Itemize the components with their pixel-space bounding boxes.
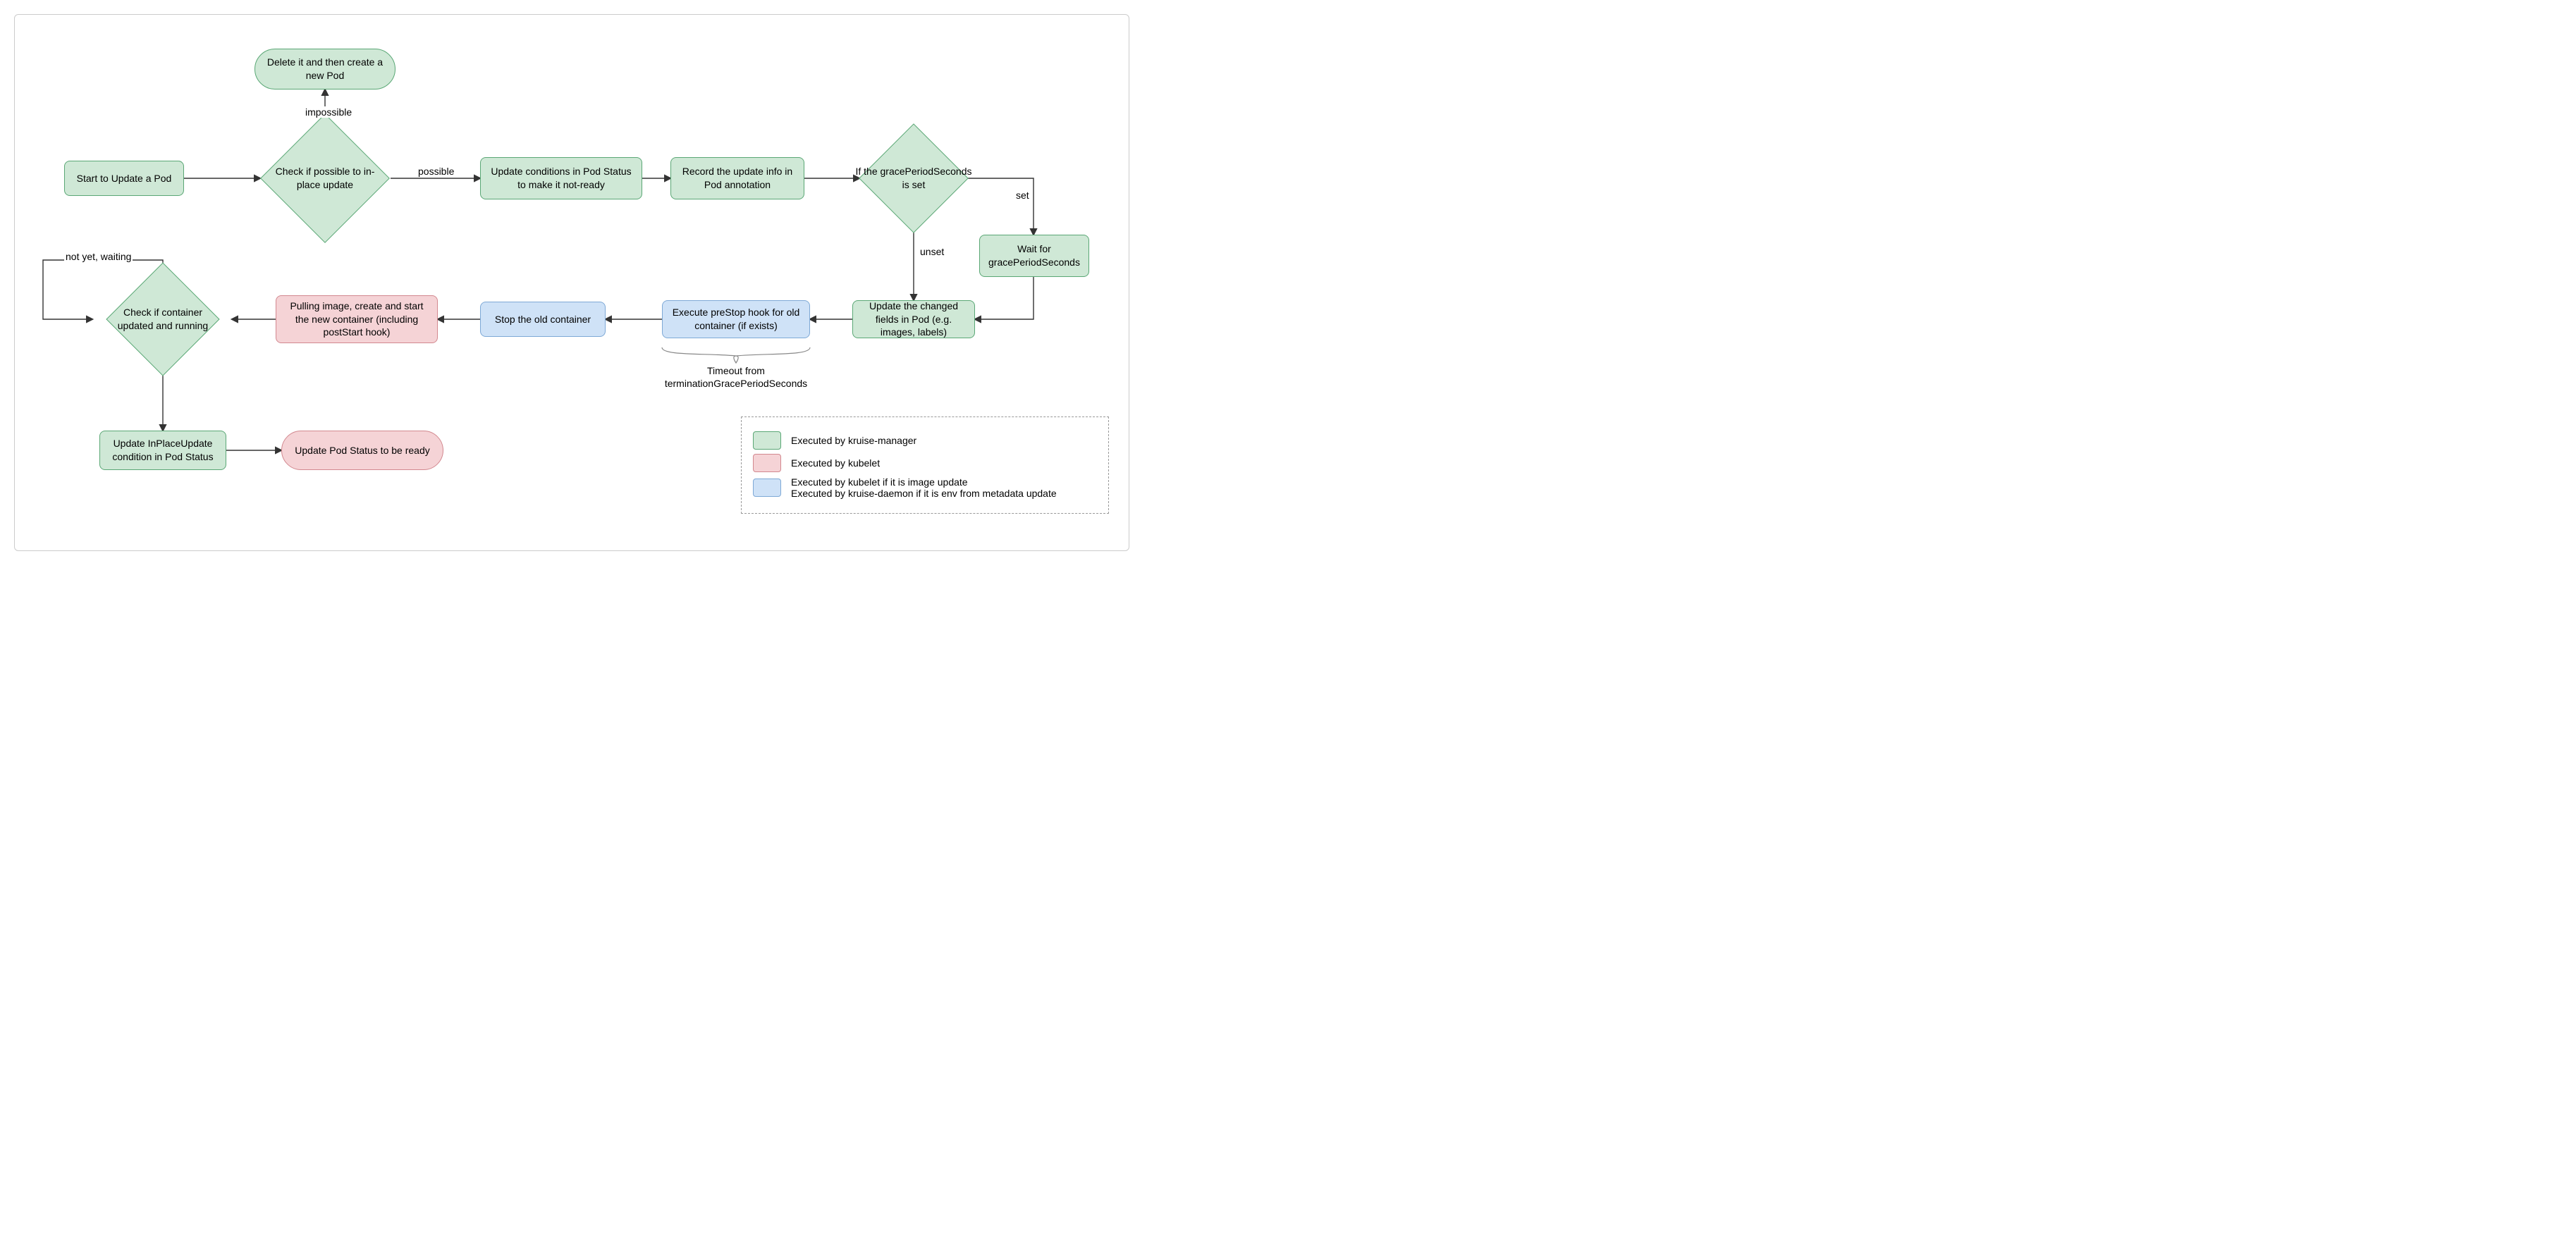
legend-label-green: Executed by kruise-manager (791, 435, 916, 446)
legend-swatch-blue (753, 479, 781, 497)
legend-row-pink: Executed by kubelet (753, 454, 1097, 472)
node-start: Start to Update a Pod (64, 161, 184, 196)
legend-label-pink: Executed by kubelet (791, 457, 880, 469)
node-update-fields: Update the changed fields in Pod (e.g. i… (852, 300, 975, 338)
node-prestop: Execute preStop hook for old container (… (662, 300, 810, 338)
label-set: set (1014, 190, 1031, 201)
label-waiting: not yet, waiting (64, 251, 133, 262)
node-if-grace: If the gracePeriodSeconds is set (875, 140, 952, 217)
node-update-inplace: Update InPlaceUpdate condition in Pod St… (99, 431, 226, 470)
legend-row-blue: Executed by kubelet if it is image updat… (753, 476, 1097, 499)
label-possible: possible (417, 166, 455, 177)
legend-row-green: Executed by kruise-manager (753, 431, 1097, 450)
node-stop-old: Stop the old container (480, 302, 606, 337)
node-update-ready: Update Pod Status to be ready (281, 431, 443, 470)
legend-label-blue: Executed by kubelet if it is image updat… (791, 476, 1057, 499)
node-check-possible: Check if possible to in-place update (279, 132, 371, 224)
label-impossible: impossible (304, 106, 353, 118)
node-pulling: Pulling image, create and start the new … (276, 295, 438, 343)
legend: Executed by kruise-manager Executed by k… (741, 416, 1109, 514)
node-record-info: Record the update info in Pod annotation (670, 157, 804, 199)
node-check-running: Check if container updated and running (123, 279, 203, 359)
node-update-conditions: Update conditions in Pod Status to make … (480, 157, 642, 199)
note-prestop-timeout: Timeout from terminationGracePeriodSecon… (641, 364, 831, 390)
node-delete-new: Delete it and then create a new Pod (254, 49, 395, 90)
node-wait-grace: Wait for gracePeriodSeconds (979, 235, 1089, 277)
label-unset: unset (919, 246, 945, 257)
flowchart-canvas: Start to Update a Pod Check if possible … (14, 14, 1129, 551)
legend-swatch-pink (753, 454, 781, 472)
legend-swatch-green (753, 431, 781, 450)
